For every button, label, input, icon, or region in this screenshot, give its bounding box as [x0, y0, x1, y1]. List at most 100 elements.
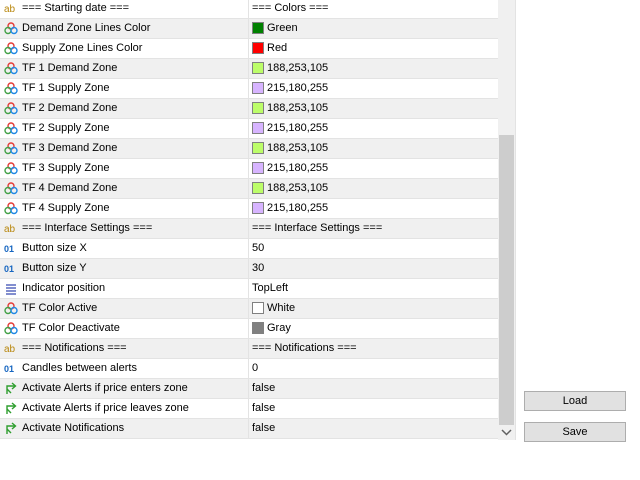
parameter-row[interactable]: TF 1 Supply Zone 215,180,255 [0, 79, 498, 99]
color-swatch [252, 22, 264, 34]
parameter-value: 215,180,255 [267, 202, 329, 214]
parameter-value-cell[interactable]: 50 [249, 239, 498, 258]
parameter-row[interactable]: ab === Starting date === === Colors === [0, 0, 498, 19]
parameter-value: White [267, 302, 296, 314]
parameter-value-cell[interactable]: 215,180,255 [249, 79, 498, 98]
parameter-name-cell: Activate Alerts if price leaves zone [0, 399, 249, 418]
color-palette-icon [4, 82, 18, 95]
parameter-value: false [252, 382, 276, 394]
svg-text:01: 01 [4, 364, 14, 374]
parameter-value-cell[interactable]: 188,253,105 [249, 179, 498, 198]
parameter-value-cell[interactable]: 0 [249, 359, 498, 378]
parameter-row[interactable]: ab === Interface Settings === === Interfac… [0, 219, 498, 239]
parameter-row[interactable]: Activate Notifications false [0, 419, 498, 439]
parameter-row[interactable]: ab === Notifications === === Notifications… [0, 339, 498, 359]
svg-text:01: 01 [4, 264, 14, 274]
save-button[interactable]: Save [524, 422, 626, 442]
parameter-value: === Colors === [252, 2, 329, 14]
parameter-row[interactable]: 01 Candles between alerts 0 [0, 359, 498, 379]
parameter-value-cell[interactable]: 30 [249, 259, 498, 278]
parameter-name-cell: TF 3 Demand Zone [0, 139, 249, 158]
parameter-row[interactable]: TF 3 Supply Zone 215,180,255 [0, 159, 498, 179]
parameter-value: TopLeft [252, 282, 289, 294]
parameter-value: 188,253,105 [267, 62, 329, 74]
parameter-value-cell[interactable]: === Notifications === [249, 339, 498, 358]
parameter-name: TF 2 Demand Zone [22, 102, 118, 114]
parameter-row[interactable]: TF 4 Supply Zone 215,180,255 [0, 199, 498, 219]
parameter-name-cell: TF 1 Demand Zone [0, 59, 249, 78]
parameter-value-cell[interactable]: 215,180,255 [249, 119, 498, 138]
svg-text:ab: ab [4, 224, 16, 235]
parameter-value-cell[interactable]: 215,180,255 [249, 199, 498, 218]
vertical-scrollbar[interactable] [498, 0, 515, 440]
load-button[interactable]: Load [524, 391, 626, 411]
parameter-row[interactable]: TF Color Active White [0, 299, 498, 319]
parameter-name-cell: TF Color Deactivate [0, 319, 249, 338]
parameter-value-cell[interactable]: TopLeft [249, 279, 498, 298]
parameter-row[interactable]: Demand Zone Lines Color Green [0, 19, 498, 39]
parameter-name-cell: ab === Interface Settings === [0, 219, 249, 238]
color-palette-icon [4, 202, 18, 215]
parameter-row[interactable]: Activate Alerts if price leaves zone fals… [0, 399, 498, 419]
parameter-row[interactable]: TF 4 Demand Zone 188,253,105 [0, 179, 498, 199]
parameter-name: === Notifications === [22, 342, 127, 354]
integer-icon: 01 [4, 242, 18, 255]
color-palette-icon [4, 122, 18, 135]
parameter-value-cell[interactable]: Red [249, 39, 498, 58]
parameter-row[interactable]: 01 Button size Y 30 [0, 259, 498, 279]
svg-text:01: 01 [4, 244, 14, 254]
color-swatch [252, 302, 264, 314]
parameter-row[interactable]: Supply Zone Lines Color Red [0, 39, 498, 59]
color-swatch [252, 82, 264, 94]
color-palette-icon [4, 102, 18, 115]
parameter-value-cell[interactable]: Gray [249, 319, 498, 338]
parameter-value-cell[interactable]: 215,180,255 [249, 159, 498, 178]
parameter-name: Candles between alerts [22, 362, 137, 374]
parameter-name: Indicator position [22, 282, 106, 294]
parameter-name: TF 3 Demand Zone [22, 142, 118, 154]
color-swatch [252, 42, 264, 54]
parameter-row[interactable]: Indicator position TopLeft [0, 279, 498, 299]
parameter-value-cell[interactable]: White [249, 299, 498, 318]
parameter-name-cell: Activate Alerts if price enters zone [0, 379, 249, 398]
parameter-row[interactable]: TF 1 Demand Zone 188,253,105 [0, 59, 498, 79]
scrollbar-thumb[interactable] [499, 135, 514, 425]
parameter-value-cell[interactable]: === Colors === [249, 0, 498, 18]
parameter-name-cell: Supply Zone Lines Color [0, 39, 249, 58]
parameter-name-cell: Demand Zone Lines Color [0, 19, 249, 38]
parameter-row[interactable]: TF Color Deactivate Gray [0, 319, 498, 339]
parameter-name: TF 4 Demand Zone [22, 182, 118, 194]
parameter-value: 188,253,105 [267, 182, 329, 194]
parameter-name: Supply Zone Lines Color [22, 42, 143, 54]
color-palette-icon [4, 162, 18, 175]
parameter-row[interactable]: Activate Alerts if price enters zone fals… [0, 379, 498, 399]
parameter-value-cell[interactable]: 188,253,105 [249, 59, 498, 78]
parameter-name: TF Color Deactivate [22, 322, 120, 334]
parameter-name-cell: Indicator position [0, 279, 249, 298]
parameter-name: Button size X [22, 242, 87, 254]
parameter-value-cell[interactable]: false [249, 379, 498, 398]
bool-arrow-icon [4, 422, 18, 435]
parameter-name-cell: TF 1 Supply Zone [0, 79, 249, 98]
color-swatch [252, 62, 264, 74]
scroll-down-arrow-icon[interactable] [498, 425, 515, 440]
parameter-value-cell[interactable]: 188,253,105 [249, 139, 498, 158]
ab-icon: ab [4, 222, 18, 235]
parameter-value: === Interface Settings === [252, 222, 383, 234]
parameter-value: 188,253,105 [267, 102, 329, 114]
parameter-value: 215,180,255 [267, 122, 329, 134]
enum-list-icon [4, 282, 18, 295]
parameter-value-cell[interactable]: 188,253,105 [249, 99, 498, 118]
parameter-value-cell[interactable]: false [249, 399, 498, 418]
parameter-name: === Starting date === [22, 2, 130, 14]
parameter-name: TF Color Active [22, 302, 98, 314]
parameter-row[interactable]: TF 2 Demand Zone 188,253,105 [0, 99, 498, 119]
color-palette-icon [4, 42, 18, 55]
parameter-row[interactable]: TF 3 Demand Zone 188,253,105 [0, 139, 498, 159]
parameter-row[interactable]: 01 Button size X 50 [0, 239, 498, 259]
parameter-value-cell[interactable]: Green [249, 19, 498, 38]
parameter-value-cell[interactable]: false [249, 419, 498, 438]
parameter-value-cell[interactable]: === Interface Settings === [249, 219, 498, 238]
parameter-row[interactable]: TF 2 Supply Zone 215,180,255 [0, 119, 498, 139]
parameter-name-cell: TF Color Active [0, 299, 249, 318]
